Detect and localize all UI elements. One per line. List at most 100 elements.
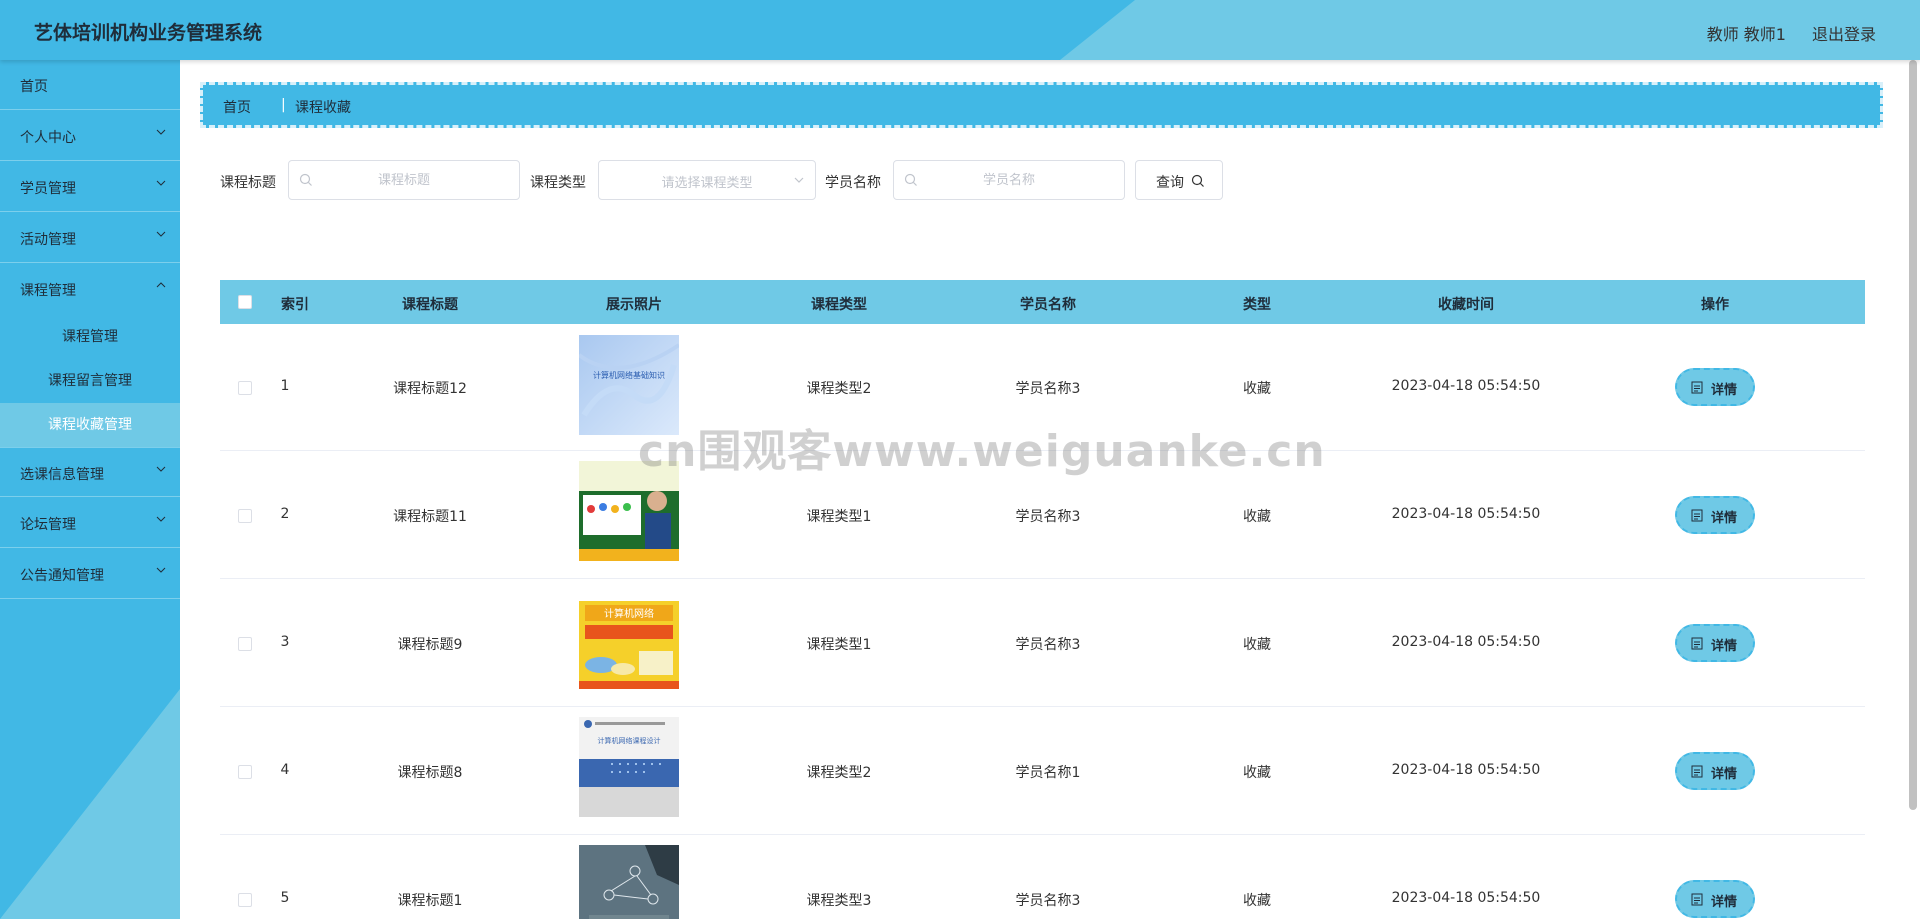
row-course-type: 课程类型3 — [806, 893, 872, 909]
course-photo — [579, 845, 679, 919]
sidebar-subitem-course-manage[interactable]: 课程管理 — [0, 315, 180, 359]
page-scrollbar[interactable] — [1909, 60, 1917, 810]
student-name-field[interactable] — [893, 160, 1125, 200]
header-kind: 类型 — [1243, 297, 1271, 313]
row-kind: 收藏 — [1243, 765, 1271, 781]
detail-button[interactable]: 详情 — [1675, 624, 1755, 662]
photo-caption: 计算机网络课程设计 — [598, 736, 661, 745]
sidebar-item-forum[interactable]: 论坛管理 — [0, 498, 180, 548]
course-type-select[interactable]: 请选择课程类型 — [598, 160, 816, 200]
chevron-down-icon — [156, 516, 166, 522]
row-checkbox[interactable] — [238, 893, 252, 907]
course-type-label: 课程类型 — [530, 175, 586, 191]
row-checkbox[interactable] — [238, 509, 252, 523]
sidebar-item-personal-center[interactable]: 个人中心 — [0, 111, 180, 161]
photo-caption: 计算机网络基础知识 — [593, 370, 665, 380]
detail-button-label: 详情 — [1711, 895, 1738, 910]
course-title-field[interactable] — [288, 160, 520, 200]
breadcrumb: 首页 | 课程收藏 — [200, 82, 1883, 128]
course-title-label: 课程标题 — [220, 175, 276, 191]
row-kind: 收藏 — [1243, 509, 1271, 525]
top-header: 艺体培训机构业务管理系统 教师 教师1 退出登录 — [0, 0, 1920, 60]
sidebar: 首页 个人中心 学员管理 活动管理 课程管理 课程管理 课程留言管理 课程收藏管… — [0, 60, 180, 919]
sidebar-item-enrollment[interactable]: 选课信息管理 — [0, 447, 180, 497]
row-course-title: 课程标题8 — [397, 765, 463, 781]
search-icon — [904, 173, 917, 186]
chevron-up-icon — [156, 282, 166, 288]
row-course-type: 课程类型1 — [806, 637, 872, 653]
main-content: 首页 | 课程收藏 课程标题 课程类型 请选择课程类型 学员名称 查询 索引 课… — [180, 60, 1920, 919]
sidebar-subitem-course-comments[interactable]: 课程留言管理 — [0, 359, 180, 403]
course-photo: 计算机网络 — [579, 589, 679, 689]
detail-button[interactable]: 详情 — [1675, 752, 1755, 790]
sidebar-item-label: 活动管理 — [20, 232, 76, 248]
sidebar-item-label: 学员管理 — [20, 181, 76, 197]
row-student-name: 学员名称3 — [1015, 893, 1081, 909]
chevron-down-icon — [156, 231, 166, 237]
row-kind: 收藏 — [1243, 381, 1271, 397]
course-title-input[interactable] — [319, 161, 489, 199]
row-index: 4 — [280, 762, 290, 778]
breadcrumb-separator: | — [281, 97, 286, 113]
row-course-type: 课程类型2 — [806, 765, 872, 781]
detail-button-label: 详情 — [1711, 767, 1738, 782]
logout-link[interactable]: 退出登录 — [1812, 21, 1876, 45]
header-actions: 操作 — [1701, 297, 1729, 313]
sidebar-item-students[interactable]: 学员管理 — [0, 162, 180, 212]
row-favorite-time: 2023-04-18 05:54:50 — [1391, 506, 1541, 522]
row-favorite-time: 2023-04-18 05:54:50 — [1391, 378, 1541, 394]
document-icon — [1691, 381, 1703, 394]
detail-button-label: 详情 — [1711, 639, 1738, 654]
search-icon — [299, 173, 312, 186]
header-student-name: 学员名称 — [1020, 297, 1076, 313]
table-row: 3 课程标题9 计算机网络 课程类型1 学员名称3 收藏 2023-04-18 … — [220, 580, 1865, 707]
chevron-down-icon — [156, 129, 166, 135]
detail-button[interactable]: 详情 — [1675, 496, 1755, 534]
row-student-name: 学员名称3 — [1015, 637, 1081, 653]
header-decoration — [1060, 0, 1920, 60]
document-icon — [1691, 509, 1703, 522]
search-icon — [1191, 174, 1204, 187]
detail-button[interactable]: 详情 — [1675, 368, 1755, 406]
sidebar-item-announcements[interactable]: 公告通知管理 — [0, 549, 180, 599]
row-student-name: 学员名称1 — [1015, 765, 1081, 781]
row-checkbox[interactable] — [238, 765, 252, 779]
row-course-type: 课程类型1 — [806, 509, 872, 525]
document-icon — [1691, 765, 1703, 778]
select-all-checkbox[interactable] — [238, 295, 252, 309]
header-photo: 展示照片 — [606, 297, 662, 313]
watermark-text: cn围观客www.weiguanke.cn — [638, 426, 1326, 477]
table-row: 5 课程标题1 课程类型3 学员名称3 收藏 2023-04-18 05:54:… — [220, 836, 1865, 919]
row-index: 2 — [280, 506, 290, 522]
course-type-placeholder: 请选择课程类型 — [661, 176, 753, 191]
chevron-down-icon — [156, 567, 166, 573]
sidebar-item-courses[interactable]: 课程管理 — [0, 264, 180, 314]
breadcrumb-home[interactable]: 首页 — [223, 97, 251, 117]
query-button[interactable]: 查询 — [1135, 160, 1223, 200]
sidebar-item-activities[interactable]: 活动管理 — [0, 213, 180, 263]
sidebar-item-label: 选课信息管理 — [20, 467, 104, 483]
current-user: 教师 教师1 — [1706, 25, 1786, 44]
row-index: 3 — [280, 634, 290, 650]
chevron-down-icon — [156, 180, 166, 186]
query-button-label: 查询 — [1156, 175, 1184, 191]
detail-button-label: 详情 — [1711, 383, 1738, 398]
row-favorite-time: 2023-04-18 05:54:50 — [1391, 890, 1541, 906]
row-favorite-time: 2023-04-18 05:54:50 — [1391, 762, 1541, 778]
row-course-type: 课程类型2 — [806, 381, 872, 397]
sidebar-item-label: 首页 — [20, 79, 48, 95]
row-student-name: 学员名称3 — [1015, 509, 1081, 525]
student-name-input[interactable] — [924, 161, 1094, 199]
document-icon — [1691, 893, 1703, 906]
row-checkbox[interactable] — [238, 381, 252, 395]
sidebar-item-home[interactable]: 首页 — [0, 60, 180, 110]
student-name-label: 学员名称 — [825, 175, 881, 191]
row-course-title: 课程标题1 — [397, 893, 463, 909]
chevron-down-icon — [156, 466, 166, 472]
row-course-title: 课程标题12 — [393, 381, 467, 397]
row-index: 1 — [280, 378, 290, 394]
sidebar-subitem-course-favorites[interactable]: 课程收藏管理 — [0, 403, 180, 447]
row-checkbox[interactable] — [238, 637, 252, 651]
course-photo: 计算机网络课程设计 — [579, 717, 679, 817]
detail-button[interactable]: 详情 — [1675, 880, 1755, 918]
